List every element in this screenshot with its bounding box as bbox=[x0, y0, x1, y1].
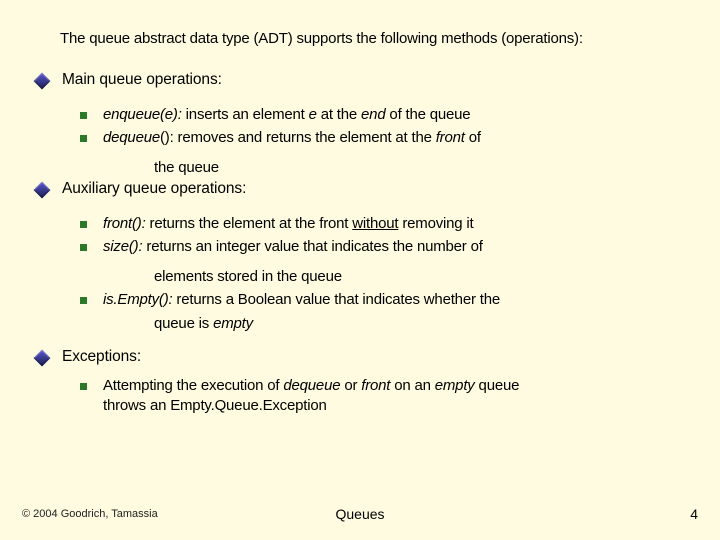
item-enqueue: enqueue(e): inserts an element e at the … bbox=[103, 105, 470, 125]
exc-sublist: Attempting the execution of dequeue or f… bbox=[80, 376, 698, 417]
square-bullet-icon bbox=[80, 244, 87, 251]
footer: © 2004 Goodrich, Tamassia Queues 4 bbox=[0, 506, 720, 522]
list-item: is.Empty(): returns a Boolean value that… bbox=[80, 290, 698, 310]
page-number: 4 bbox=[690, 506, 698, 522]
list-item: dequeue(): removes and returns the eleme… bbox=[80, 128, 698, 148]
list-item: Attempting the execution of dequeue or f… bbox=[80, 376, 698, 417]
item-size: size(): returns an integer value that in… bbox=[103, 237, 483, 257]
slide-content: The queue abstract data type (ADT) suppo… bbox=[0, 0, 720, 416]
isempty-continuation: queue is empty bbox=[154, 314, 698, 334]
section-exc-label: Exceptions: bbox=[62, 348, 141, 366]
section-aux-label: Auxiliary queue operations: bbox=[62, 180, 246, 198]
aux-sublist: front(): returns the element at the fron… bbox=[80, 214, 698, 258]
square-bullet-icon bbox=[80, 221, 87, 228]
diamond-bullet-icon bbox=[34, 349, 51, 366]
footer-title: Queues bbox=[335, 506, 384, 522]
item-front: front(): returns the element at the fron… bbox=[103, 214, 474, 234]
intro-text: The queue abstract data type (ADT) suppo… bbox=[60, 30, 698, 49]
square-bullet-icon bbox=[80, 112, 87, 119]
size-continuation: elements stored in the queue bbox=[154, 267, 698, 287]
item-isempty: is.Empty(): returns a Boolean value that… bbox=[103, 290, 500, 310]
main-sublist: enqueue(e): inserts an element e at the … bbox=[80, 105, 698, 149]
dequeue-continuation: the queue bbox=[154, 158, 698, 178]
item-exception: Attempting the execution of dequeue or f… bbox=[103, 376, 519, 417]
section-aux: Auxiliary queue operations: bbox=[22, 180, 698, 198]
diamond-bullet-icon bbox=[34, 181, 51, 198]
aux-sublist-2: is.Empty(): returns a Boolean value that… bbox=[80, 290, 698, 310]
list-item: enqueue(e): inserts an element e at the … bbox=[80, 105, 698, 125]
square-bullet-icon bbox=[80, 135, 87, 142]
item-dequeue: dequeue(): removes and returns the eleme… bbox=[103, 128, 481, 148]
section-exc: Exceptions: bbox=[22, 348, 698, 366]
diamond-bullet-icon bbox=[34, 72, 51, 89]
square-bullet-icon bbox=[80, 297, 87, 304]
list-item: front(): returns the element at the fron… bbox=[80, 214, 698, 234]
section-main-label: Main queue operations: bbox=[62, 71, 222, 89]
section-main: Main queue operations: bbox=[22, 71, 698, 89]
list-item: size(): returns an integer value that in… bbox=[80, 237, 698, 257]
square-bullet-icon bbox=[80, 383, 87, 390]
copyright-text: © 2004 Goodrich, Tamassia bbox=[22, 508, 158, 520]
